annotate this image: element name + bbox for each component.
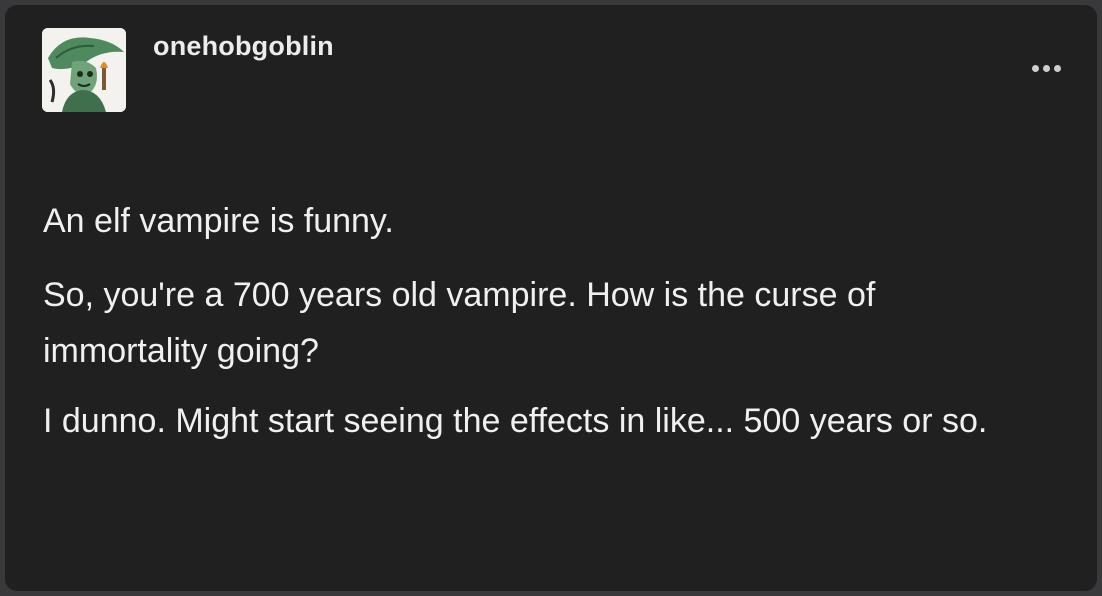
ellipsis-dot xyxy=(1043,65,1050,72)
avatar[interactable] xyxy=(42,28,126,112)
ellipsis-dot xyxy=(1054,65,1061,72)
ellipsis-icon[interactable] xyxy=(1030,61,1063,76)
post-body: An elf vampire is funny. So, you're a 70… xyxy=(43,193,1043,463)
username-link[interactable]: onehobgoblin xyxy=(153,31,334,62)
post-paragraph: I dunno. Might start seeing the effects … xyxy=(43,402,988,440)
ellipsis-dot xyxy=(1032,65,1039,72)
post-paragraph: An elf vampire is funny. xyxy=(43,202,394,240)
post-paragraph: So, you're a 700 years old vampire. How … xyxy=(43,276,876,370)
goblin-avatar-icon xyxy=(42,28,126,112)
post-card: onehobgoblin An elf vampire is funny. So… xyxy=(5,5,1097,591)
